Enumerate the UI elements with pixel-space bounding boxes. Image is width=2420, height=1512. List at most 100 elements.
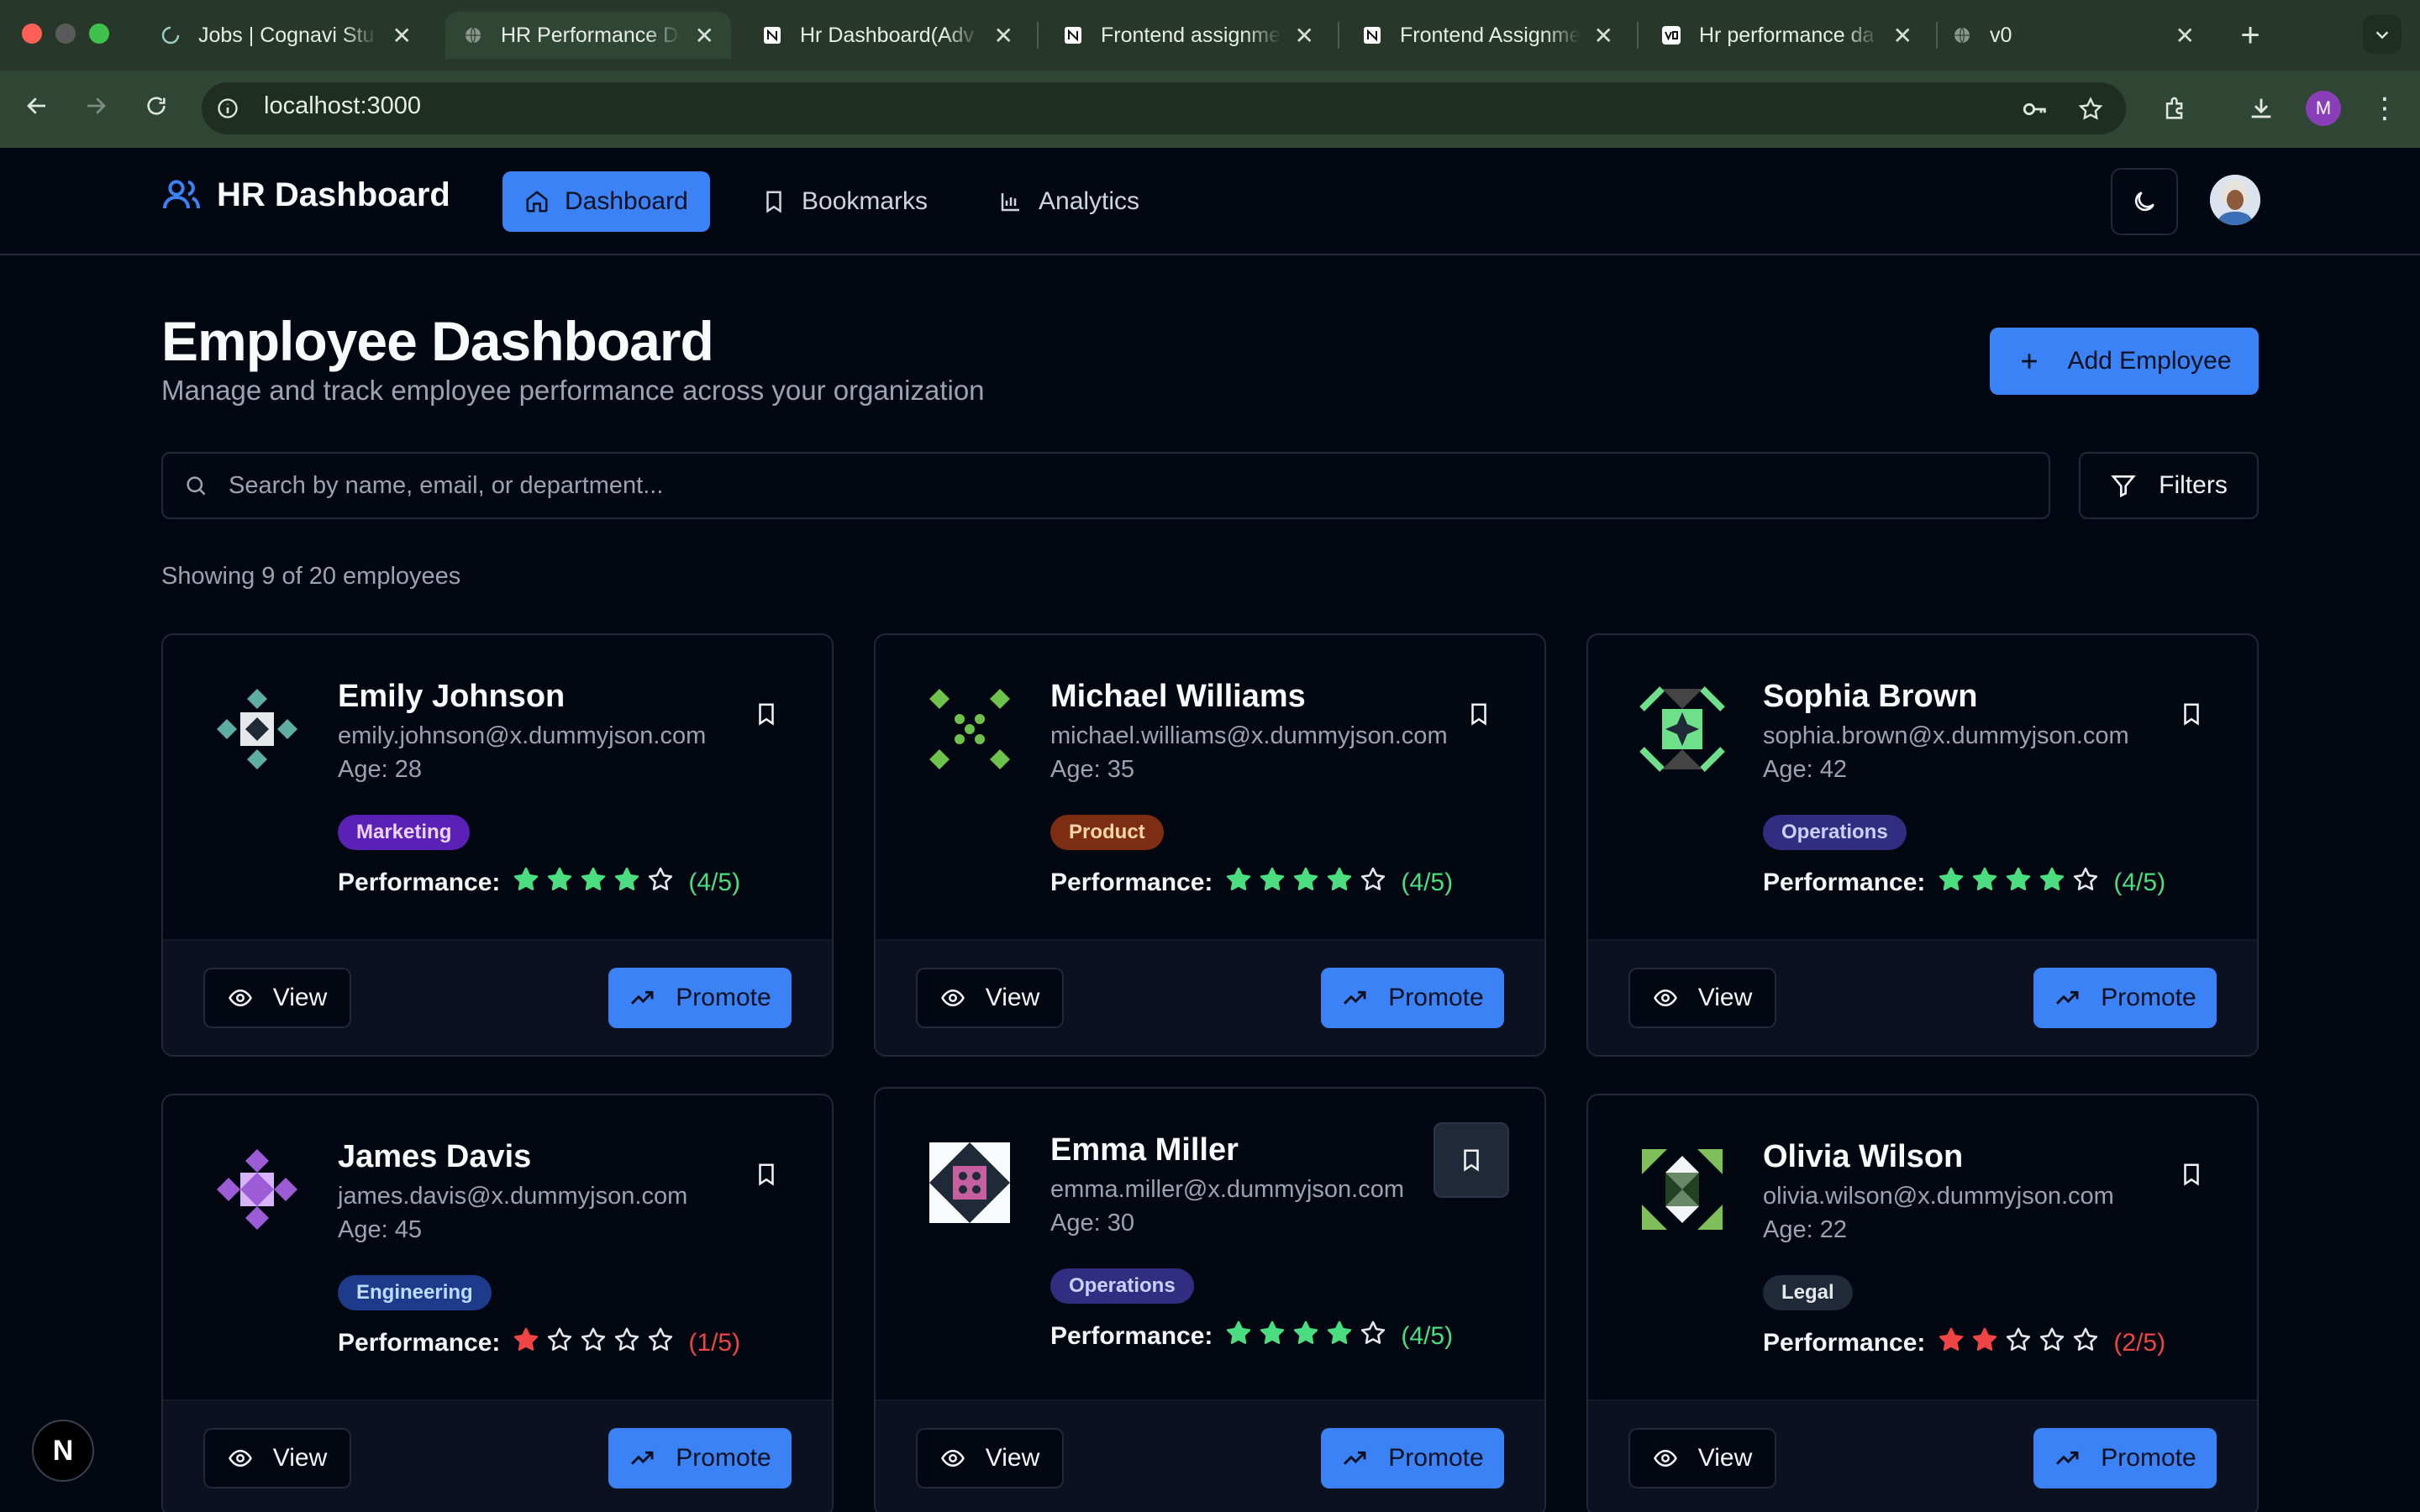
user-avatar[interactable] [2210,175,2260,225]
employee-age: Age: 30 [1050,1210,1134,1236]
rating-score: (4/5) [1401,869,1454,896]
view-button[interactable]: View [1628,1428,1776,1488]
performance-rating: Performance: (1/5) [338,1326,740,1361]
browser-tab[interactable]: Frontend Assignme ✕ [1344,12,1630,59]
star-filled-icon [1258,1319,1286,1354]
employee-name[interactable]: Emily Johnson [338,679,565,715]
view-button[interactable]: View [1628,968,1776,1028]
filters-button[interactable]: Filters [2079,452,2259,519]
close-tab-icon[interactable]: ✕ [994,22,1013,50]
card-actions: View Promote [163,939,832,1055]
performance-label: Performance: [1050,1322,1213,1350]
close-tab-icon[interactable]: ✕ [695,22,714,50]
brand[interactable]: HR Dashboard [161,175,450,215]
view-label: View [985,984,1040,1011]
bookmark-button[interactable] [748,1156,785,1193]
browser-tab[interactable]: Jobs | Cognavi Stu ✕ [143,12,429,59]
employee-card: Sophia Brown sophia.brown@x.dummyjson.com… [1586,633,2259,1057]
bookmark-button[interactable] [1434,1122,1509,1198]
employee-age: Age: 22 [1763,1216,1847,1243]
employee-name[interactable]: Michael Williams [1050,679,1306,715]
extensions-icon[interactable] [2156,89,2195,128]
address-bar[interactable] [202,82,2126,134]
bookmark-button[interactable] [2173,1156,2210,1193]
employee-card: Michael Williams michael.williams@x.dummy… [874,633,1546,1057]
star-empty-icon [1359,865,1387,900]
employee-name[interactable]: Emma Miller [1050,1132,1239,1168]
promote-button[interactable]: Promote [2033,1428,2217,1488]
bookmark-icon [759,1163,774,1186]
profile-avatar[interactable]: M [2306,91,2341,126]
trending-up-icon [631,990,654,1005]
new-tab-button[interactable]: + [2232,17,2269,54]
employee-name[interactable]: Olivia Wilson [1763,1139,1963,1175]
promote-button[interactable]: Promote [1321,1428,1504,1488]
view-button[interactable]: View [916,968,1064,1028]
zoom-window-button[interactable] [89,24,109,44]
close-tab-icon[interactable]: ✕ [1893,22,1912,50]
employee-name[interactable]: James Davis [338,1139,531,1175]
reload-button[interactable] [138,87,175,124]
back-button[interactable] [18,87,55,124]
search-input[interactable] [229,471,1993,500]
browser-tab[interactable]: Hr performance da ✕ [1644,12,1929,59]
bar-chart-icon [1001,193,1019,212]
search-box[interactable] [161,452,2050,519]
close-tab-icon[interactable]: ✕ [392,22,412,50]
rating-score: (4/5) [1401,1322,1454,1350]
promote-button[interactable]: Promote [2033,968,2217,1028]
download-icon[interactable] [2242,89,2281,128]
url-text[interactable]: localhost:3000 [264,92,421,120]
view-label: View [985,1444,1040,1472]
view-button[interactable]: View [203,968,351,1028]
star-filled-icon [512,865,540,900]
close-tab-icon[interactable]: ✕ [1295,22,1314,50]
add-employee-button[interactable]: Add Employee [1990,328,2259,395]
forward-button[interactable] [77,87,114,124]
browser-menu-icon[interactable]: ⋮ [2370,89,2400,128]
performance-label: Performance: [338,869,501,896]
globe-icon [1951,24,1973,46]
star-filled-icon [1970,865,1999,900]
star-filled-icon [1224,865,1253,900]
browser-tab[interactable]: Frontend assignme ✕ [1045,12,1331,59]
bookmark-button[interactable] [748,696,785,732]
browser-tab-title: v0 [1990,23,2012,47]
employee-age: Age: 45 [338,1216,422,1243]
bookmark-star-icon[interactable] [2072,91,2109,128]
rating-stars [1937,865,2100,900]
employee-name[interactable]: Sophia Brown [1763,679,1977,715]
promote-label: Promote [676,1444,771,1472]
minimize-window-button[interactable] [55,24,76,44]
eye-icon [228,989,252,1007]
bookmark-button[interactable] [1460,696,1497,732]
tab-search-button[interactable] [2363,15,2402,54]
close-window-button[interactable] [22,24,42,44]
card-actions: View Promote [876,939,1544,1055]
view-button[interactable]: View [203,1428,351,1488]
nextjs-dev-badge[interactable]: N [32,1420,94,1482]
browser-tab-title: Hr performance da [1699,23,1875,47]
password-key-icon[interactable] [2017,91,2054,128]
performance-label: Performance: [1763,869,1926,896]
star-filled-icon [545,865,574,900]
arrow-left-icon [27,97,45,114]
promote-button[interactable]: Promote [608,1428,792,1488]
nav-bookmarks[interactable]: Bookmarks [739,171,950,232]
browser-tab[interactable]: Hr Dashboard(Adv ✕ [744,12,1030,59]
promote-label: Promote [2101,984,2196,1011]
close-tab-icon[interactable]: ✕ [1594,22,1613,50]
nav-dashboard[interactable]: Dashboard [502,171,710,232]
nav-analytics[interactable]: Analytics [976,171,1161,232]
moon-icon [2134,192,2154,212]
bookmark-button[interactable] [2173,696,2210,732]
theme-toggle-button[interactable] [2111,168,2178,235]
view-button[interactable]: View [916,1428,1064,1488]
browser-tab[interactable]: v0 ✕ [1934,12,2212,59]
promote-button[interactable]: Promote [1321,968,1504,1028]
filters-label: Filters [2159,471,2228,499]
browser-tab[interactable]: HR Performance Da ✕ [445,12,731,59]
site-info-icon[interactable] [212,92,244,124]
close-tab-icon[interactable]: ✕ [2175,22,2195,50]
promote-button[interactable]: Promote [608,968,792,1028]
